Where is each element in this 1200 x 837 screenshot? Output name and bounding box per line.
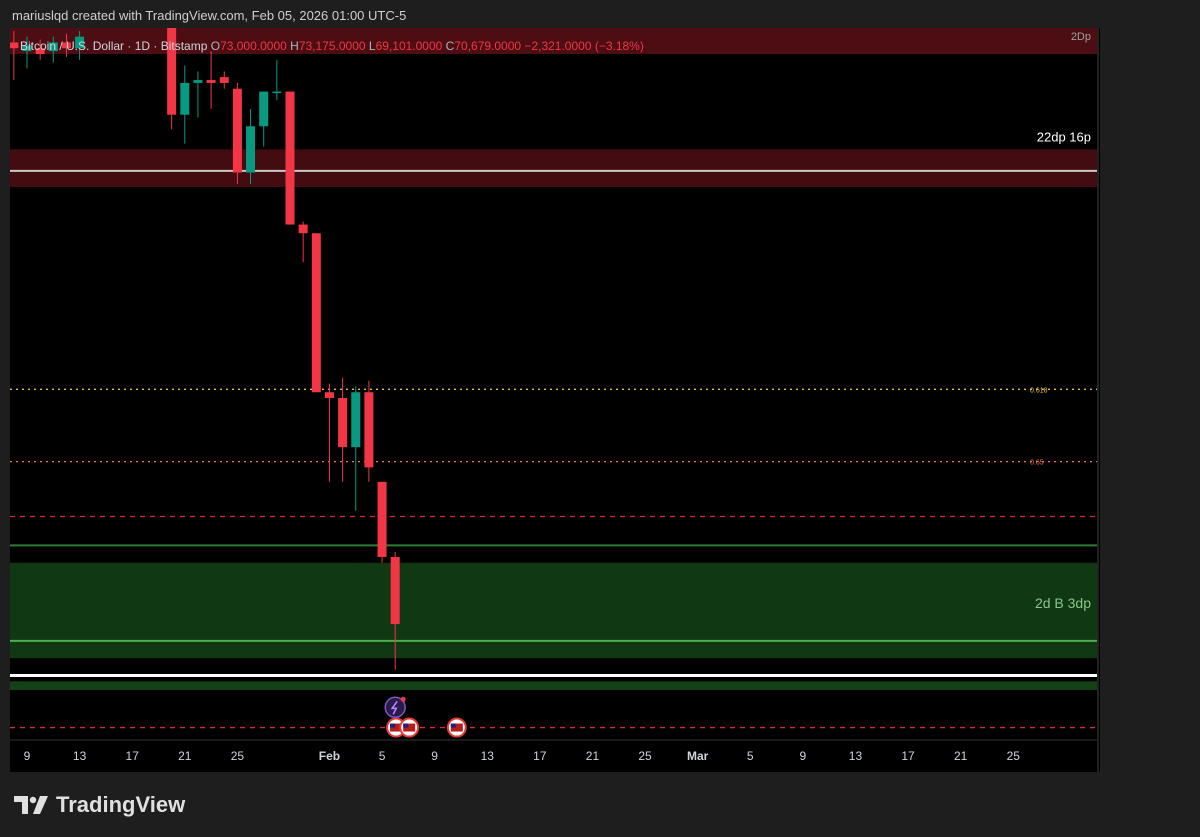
x-tick-label: 13 xyxy=(849,749,863,763)
zone-3 xyxy=(10,681,1097,690)
candle-body[interactable] xyxy=(193,80,203,83)
zone-1 xyxy=(10,149,1097,187)
tradingview-logo[interactable]: TradingView xyxy=(14,792,185,818)
zone-label-1: 22dp 16p xyxy=(1037,129,1091,144)
candle-body[interactable] xyxy=(272,91,282,94)
legend-close-value: 70,679.0000 xyxy=(454,39,522,53)
x-tick-label: 9 xyxy=(24,749,31,763)
legend-high-key: H xyxy=(290,39,299,53)
us-flag-event-icon-canton xyxy=(403,723,409,728)
x-tick-label: 21 xyxy=(178,749,192,763)
zone-label-2: 2d B 3dp xyxy=(1035,595,1091,611)
tradingview-logo-icon xyxy=(14,796,48,814)
candle-body[interactable] xyxy=(298,224,308,234)
fib-label-5: 0.65 xyxy=(1030,460,1044,467)
x-tick-label: 5 xyxy=(747,749,754,763)
x-tick-label: 25 xyxy=(638,749,652,763)
candle-body[interactable] xyxy=(259,91,269,127)
notification-dot xyxy=(400,696,406,702)
candle-body[interactable] xyxy=(390,556,400,625)
candle-body[interactable] xyxy=(324,392,334,399)
legend-high-value: 73,175.0000 xyxy=(298,39,366,53)
candle-body[interactable] xyxy=(338,398,348,448)
tradingview-logo-text: TradingView xyxy=(56,792,186,817)
legend-low-value: 69,101.0000 xyxy=(375,39,443,53)
candle-body[interactable] xyxy=(180,82,190,115)
x-tick-label: 5 xyxy=(379,749,386,763)
candle-body[interactable] xyxy=(232,88,242,173)
x-tick-label: Mar xyxy=(687,749,709,763)
us-flag-event-icon-canton xyxy=(450,723,456,728)
legend-open-value: 73,000.0000 xyxy=(220,39,287,53)
candle-body[interactable] xyxy=(311,233,321,393)
zone-2 xyxy=(10,562,1097,659)
legend-symbol[interactable]: Bitcoin / U.S. Dollar · 1D · Bitstamp xyxy=(20,39,207,53)
fib-label-4: 0.618 xyxy=(1030,387,1048,394)
x-tick-label: 21 xyxy=(586,749,600,763)
candle-body[interactable] xyxy=(10,42,19,49)
candle-body[interactable] xyxy=(351,392,361,448)
symbol-legend: Bitcoin / U.S. Dollar · 1D · Bitstamp O7… xyxy=(20,39,644,53)
candle-body[interactable] xyxy=(246,126,256,173)
x-tick-label: Feb xyxy=(319,749,340,763)
x-tick-label: 13 xyxy=(73,749,87,763)
x-tick-label: 9 xyxy=(431,749,438,763)
x-tick-label: 25 xyxy=(231,749,245,763)
candle-body[interactable] xyxy=(206,80,216,83)
x-tick-label: 17 xyxy=(126,749,140,763)
x-tick-label: 13 xyxy=(481,749,495,763)
legend-change: −2,321.0000 (−3.18%) xyxy=(524,39,644,53)
candle-body[interactable] xyxy=(364,392,374,468)
x-tick-label: 25 xyxy=(1007,749,1021,763)
legend-low-key: L xyxy=(368,39,376,53)
x-tick-label: 21 xyxy=(954,749,968,763)
chart-header: mariuslqd created with TradingView.com, … xyxy=(12,8,407,23)
us-flag-event-icon-canton xyxy=(390,723,396,728)
candle-body[interactable] xyxy=(377,481,387,557)
price-chart[interactable]: 2Dp22dp 16p2d B 3dp0.6180.6568,000.00007… xyxy=(10,28,1100,772)
candle-body[interactable] xyxy=(285,91,295,225)
x-tick-label: 17 xyxy=(901,749,915,763)
legend-open-key: O xyxy=(210,39,221,53)
candle-body[interactable] xyxy=(219,77,229,83)
x-tick-label: 9 xyxy=(800,749,807,763)
x-tick-label: 17 xyxy=(533,749,547,763)
zone-label-0: 2Dp xyxy=(1071,31,1091,43)
